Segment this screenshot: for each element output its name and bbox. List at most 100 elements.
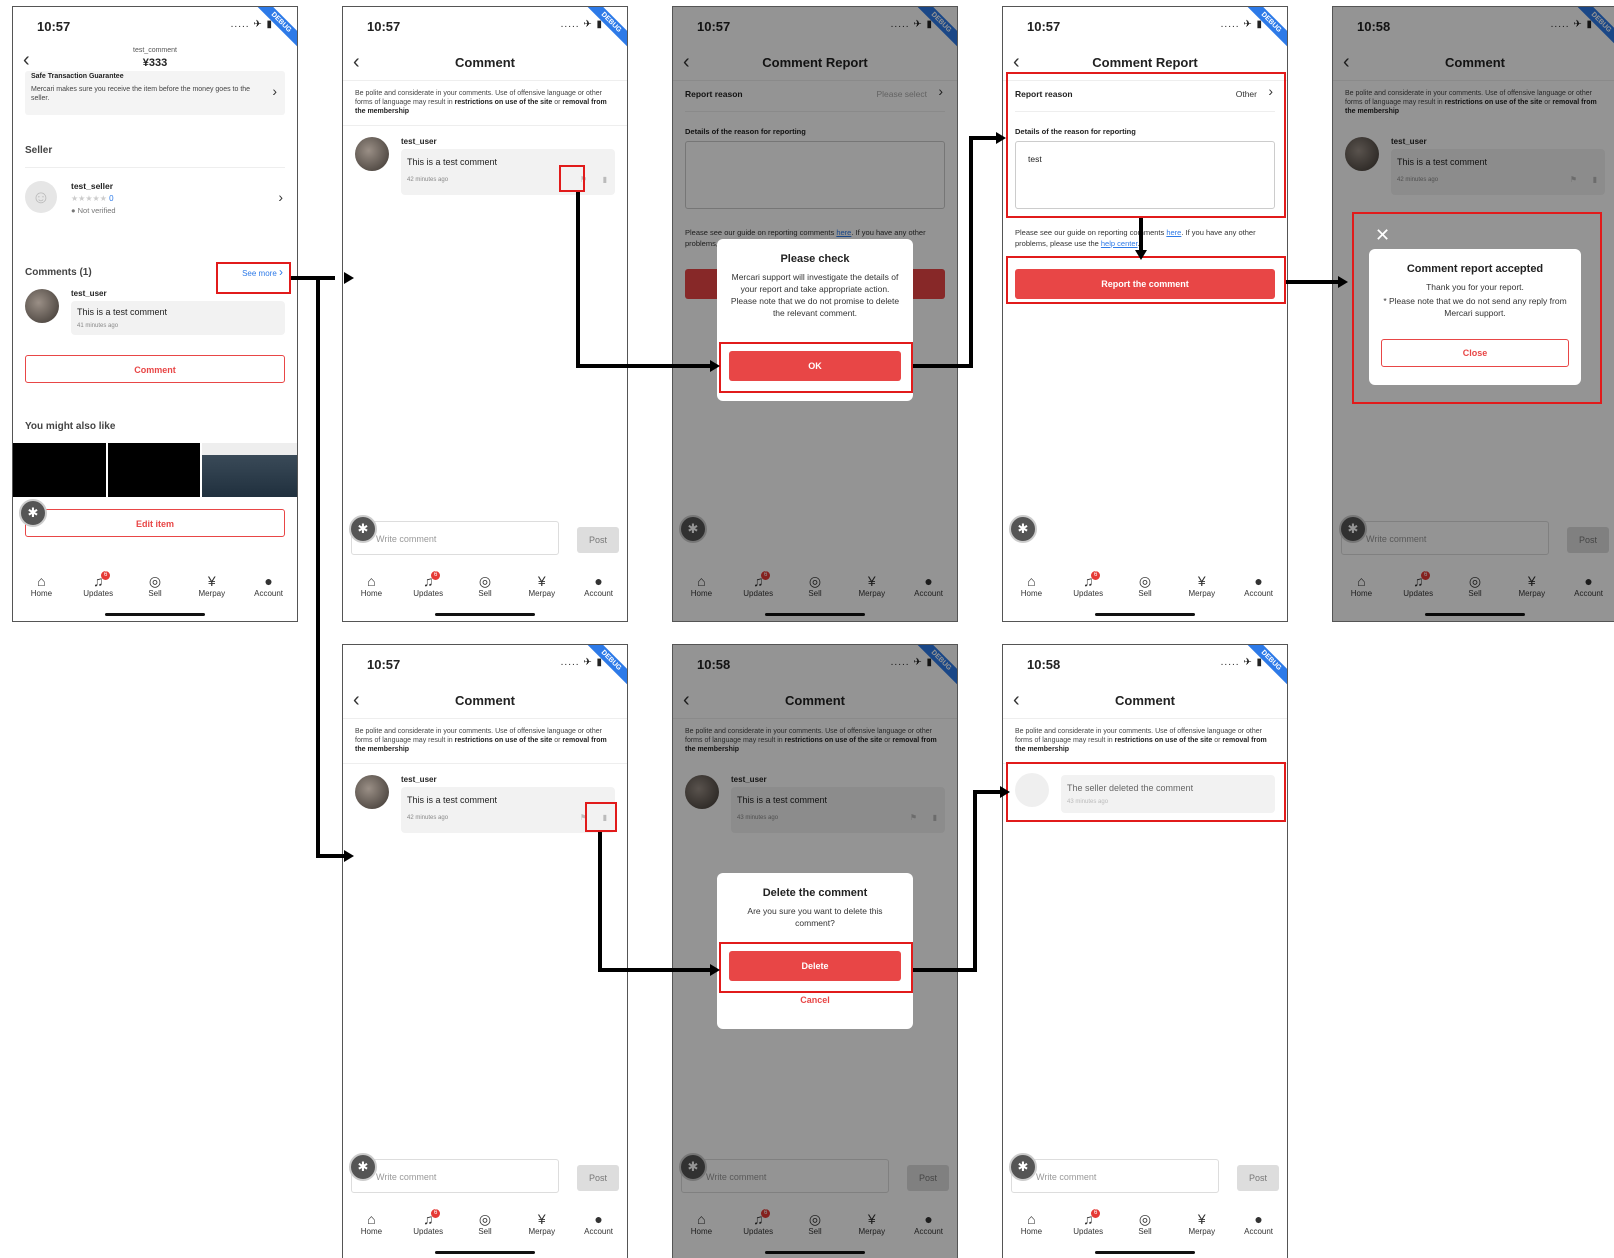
yen-icon: ¥ [1197, 1211, 1206, 1227]
page-title: Comment Report [1092, 55, 1198, 70]
nav-sell-label: Sell [148, 589, 162, 598]
clock: 10:57 [367, 19, 401, 34]
nav-updates[interactable]: ♫ 6 Updates [73, 571, 123, 603]
nav-merpay-label: Merpay [528, 1227, 556, 1236]
nav-merpay[interactable]: ¥ Merpay [1177, 1211, 1227, 1241]
nav-home[interactable]: ⌂ Home [16, 573, 66, 603]
header-subtitle: test_comment [133, 47, 177, 54]
flow-arrow [973, 790, 1000, 794]
dialog-body: Are you sure you want to delete this com… [747, 906, 883, 928]
report-confirm-screen: 10:57..... ✈ ▮ DEBUG ‹ Comment Report Repo… [672, 6, 958, 622]
highlight-flag [559, 165, 585, 192]
nav-sell[interactable]: ◎ Sell [1120, 1211, 1170, 1241]
seller-row[interactable]: ☺ test_seller ★★★★★ 0 ● Not verified › [25, 177, 285, 221]
nav-merpay[interactable]: ¥ Merpay [1177, 573, 1227, 603]
nav-updates[interactable]: ♫ 6 Updates [403, 1209, 453, 1241]
nav-sell[interactable]: ◎ Sell [1120, 573, 1170, 603]
seller-avatar-icon: ☺ [25, 181, 57, 213]
highlight-report-submit [1006, 256, 1286, 304]
comment-user: test_user [71, 289, 107, 298]
nav-account[interactable]: ● Account [574, 573, 624, 603]
nav-merpay[interactable]: ¥ Merpay [187, 573, 237, 603]
status-icons: ..... ✈ ▮ [230, 19, 273, 30]
notice-emphasis: restrictions on use of the site [454, 99, 553, 106]
person-icon: ● [1254, 573, 1263, 589]
highlight-deleted-comment [1006, 762, 1286, 822]
comment-notice: Be polite and considerate in your commen… [355, 727, 615, 754]
nav-sell[interactable]: ◎ Sell [460, 1211, 510, 1241]
recommendation-thumb[interactable] [202, 443, 297, 497]
trash-icon[interactable]: ▮ [603, 175, 607, 184]
home-indicator [1095, 613, 1195, 616]
yen-icon: ¥ [537, 1211, 546, 1227]
nav-updates[interactable]: ♫ 6 Updates [1063, 571, 1113, 603]
nav-sell-label: Sell [1138, 1227, 1152, 1236]
comment-input[interactable]: Write comment [1011, 1159, 1219, 1193]
comment-notice: Be polite and considerate in your commen… [1015, 727, 1275, 754]
nav-account[interactable]: ● Account [574, 1211, 624, 1241]
comment-screen-report: 10:57..... ✈ ▮ DEBUG ‹ Comment Be polite a… [342, 6, 628, 622]
bug-icon[interactable]: ✱ [349, 515, 377, 543]
bottom-nav: ⌂ Home ♫ 6 Updates ◎ Sell ¥ Merpay ● Account [13, 571, 297, 603]
post-button[interactable]: Post [1237, 1165, 1279, 1191]
flow-arrow [576, 364, 710, 368]
bug-icon[interactable]: ✱ [19, 499, 47, 527]
edit-item-button[interactable]: Edit item [25, 509, 285, 537]
bell-icon: ♫ [1082, 1211, 1094, 1227]
nav-home-label: Home [1020, 589, 1043, 598]
camera-icon: ◎ [1138, 573, 1152, 589]
flow-arrowhead [344, 272, 354, 284]
nav-updates[interactable]: ♫ 6 Updates [1063, 1209, 1113, 1241]
bottom-nav: ⌂ Home ♫ 6 Updates ◎ Sell ¥ Merpay ● Account [1003, 1209, 1287, 1241]
nav-home[interactable]: ⌂ Home [346, 1211, 396, 1241]
status-icons: ..... ✈ ▮ [560, 657, 603, 668]
nav-merpay[interactable]: ¥ Merpay [517, 573, 567, 603]
nav-updates[interactable]: ♫ 6 Updates [403, 571, 453, 603]
recommendation-thumb[interactable] [108, 443, 200, 497]
comment-input[interactable]: Write comment [351, 521, 559, 555]
nav-sell[interactable]: ◎ Sell [460, 573, 510, 603]
nav-merpay-label: Merpay [1188, 1227, 1216, 1236]
nav-home[interactable]: ⌂ Home [1006, 1211, 1056, 1241]
nav-account-label: Account [254, 589, 284, 598]
nav-sell-label: Sell [478, 1227, 492, 1236]
bug-icon[interactable]: ✱ [1009, 1153, 1037, 1181]
safe-transaction-title: Safe Transaction Guarantee [31, 73, 124, 80]
nav-account[interactable]: ● Account [1234, 1211, 1284, 1241]
notice-emphasis: restrictions on use of the site [1114, 737, 1213, 744]
comment-user: test_user [401, 137, 437, 146]
seller-name: test_seller [71, 181, 114, 191]
cancel-button[interactable]: Cancel [717, 995, 913, 1005]
post-button[interactable]: Post [577, 1165, 619, 1191]
guide-link[interactable]: here [1166, 228, 1181, 237]
nav-merpay-label: Merpay [528, 589, 556, 598]
header: ‹ Comment [343, 45, 627, 81]
bug-icon[interactable]: ✱ [349, 1153, 377, 1181]
safe-transaction-card[interactable]: Safe Transaction Guarantee Mercari makes… [25, 71, 285, 115]
comment-input-bar: Write comment Post [351, 521, 619, 555]
flow-arrow [316, 276, 320, 858]
recommendation-thumb[interactable] [13, 443, 106, 497]
nav-sell-label: Sell [478, 589, 492, 598]
yen-icon: ¥ [207, 573, 216, 589]
guide-text: Please see our guide on reporting commen… [1015, 228, 1167, 237]
person-icon: ● [594, 573, 603, 589]
highlight-ok [719, 342, 913, 393]
nav-account[interactable]: ● Account [1234, 573, 1284, 603]
yen-icon: ¥ [537, 573, 546, 589]
bug-icon[interactable]: ✱ [1009, 515, 1037, 543]
comment-button[interactable]: Comment [25, 355, 285, 383]
help-center-link[interactable]: help center [1101, 239, 1138, 248]
nav-home[interactable]: ⌂ Home [346, 573, 396, 603]
nav-account-label: Account [584, 1227, 614, 1236]
comment-input[interactable]: Write comment [351, 1159, 559, 1193]
chevron-right-icon: › [272, 83, 277, 99]
divider [343, 125, 627, 126]
post-button[interactable]: Post [577, 527, 619, 553]
flow-arrow [576, 192, 580, 368]
nav-home[interactable]: ⌂ Home [1006, 573, 1056, 603]
nav-merpay[interactable]: ¥ Merpay [517, 1211, 567, 1241]
nav-sell[interactable]: ◎ Sell [130, 573, 180, 603]
comment-input-bar: Write comment Post [1011, 1159, 1279, 1193]
nav-account[interactable]: ● Account [244, 573, 294, 603]
